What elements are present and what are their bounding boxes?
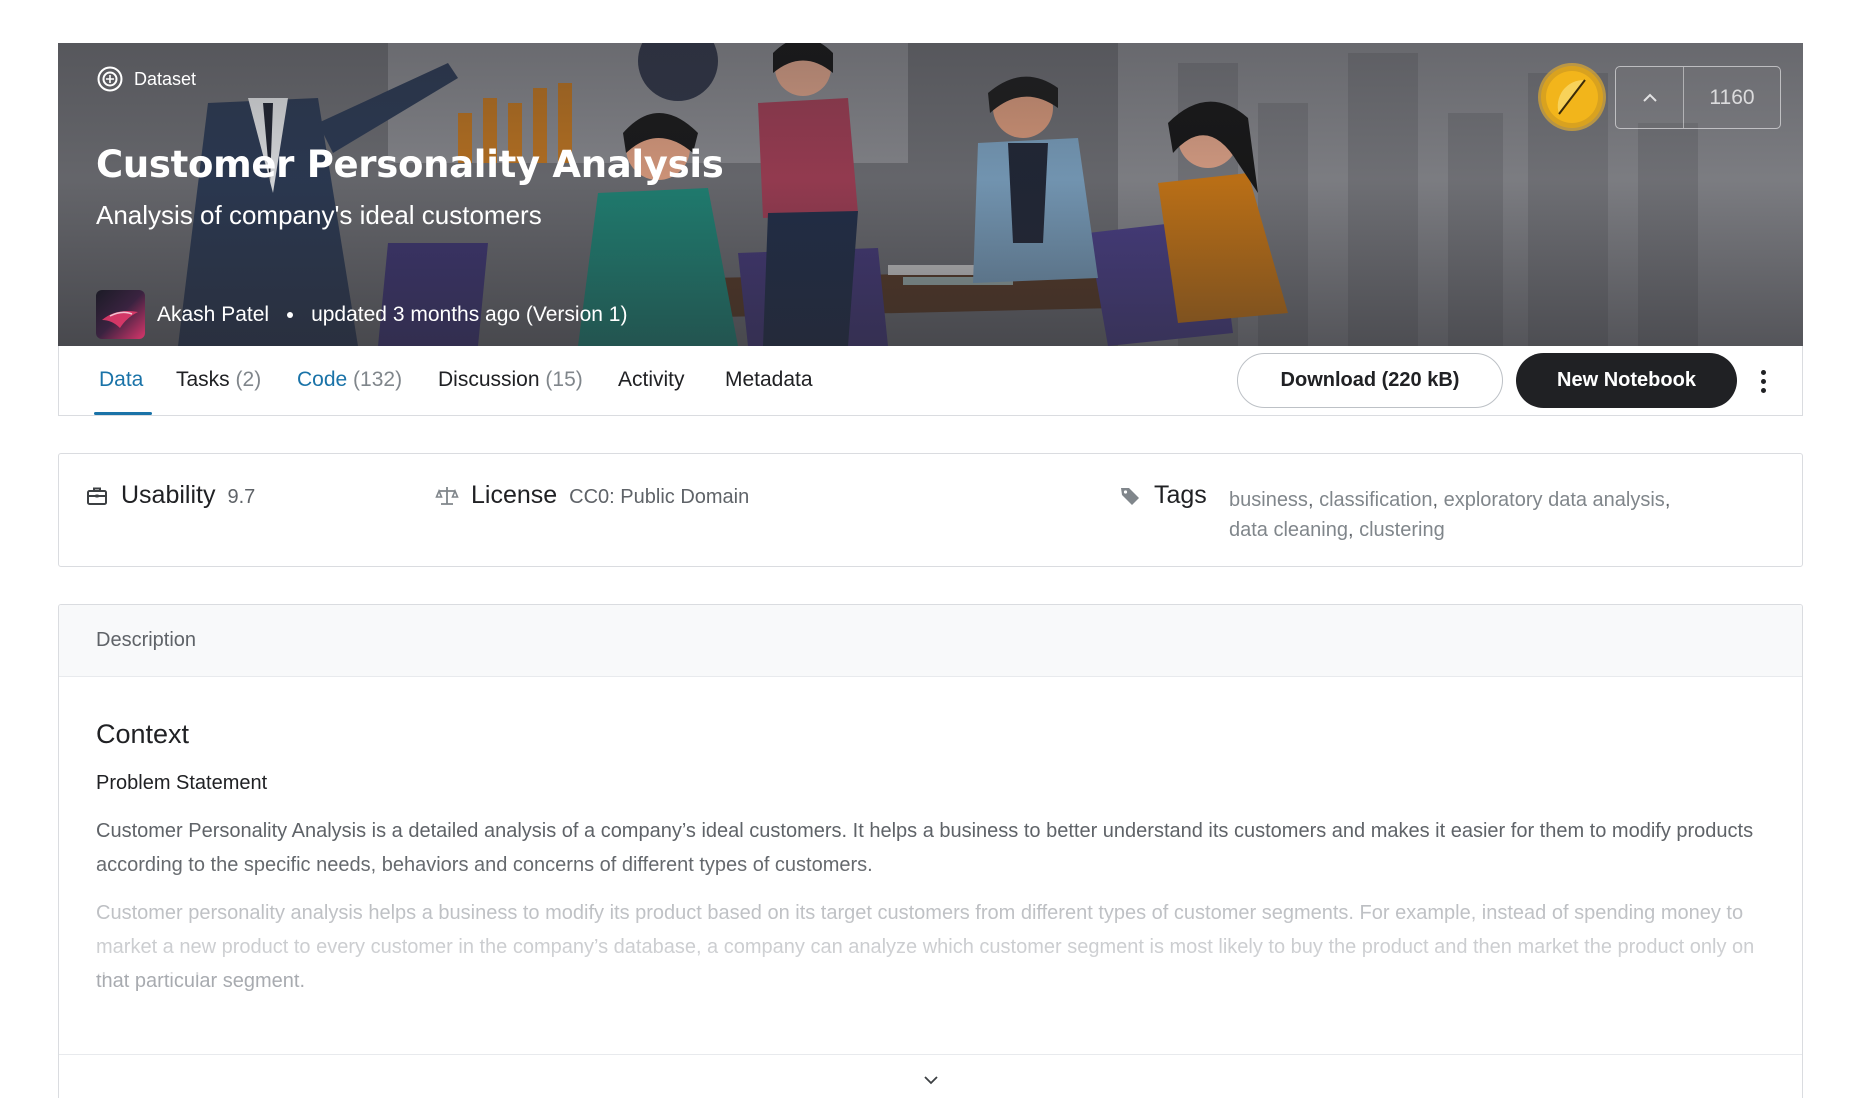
download-button[interactable]: Download (220 kB) bbox=[1237, 353, 1503, 408]
more-vert-icon[interactable] bbox=[1755, 366, 1771, 396]
tags-item: Tags bbox=[1118, 481, 1207, 510]
upvote-button[interactable] bbox=[1616, 67, 1684, 128]
license-label: License bbox=[471, 481, 558, 509]
tag-link[interactable]: exploratory data analysis bbox=[1444, 489, 1665, 511]
tab-code[interactable]: Code (132) bbox=[297, 368, 402, 392]
tab-activity[interactable]: Activity bbox=[618, 368, 685, 392]
updated-info[interactable]: updated 3 months ago (Version 1) bbox=[311, 303, 627, 327]
tab-label: Tasks bbox=[176, 368, 230, 391]
expand-description-button[interactable] bbox=[59, 1054, 1802, 1098]
tab-metadata[interactable]: Metadata bbox=[725, 368, 813, 392]
tab-count: (2) bbox=[235, 368, 262, 391]
license-value[interactable]: CC0: Public Domain bbox=[569, 486, 749, 509]
tab-tasks[interactable]: Tasks (2) bbox=[176, 368, 261, 392]
description-fade bbox=[59, 855, 1802, 975]
briefcase-icon bbox=[87, 487, 107, 505]
tag-link[interactable]: business bbox=[1229, 489, 1308, 511]
tag-link[interactable]: classification bbox=[1319, 489, 1432, 511]
license-item: License CC0: Public Domain bbox=[435, 481, 749, 510]
tags-label: Tags bbox=[1154, 481, 1207, 509]
tab-label: Code bbox=[297, 368, 348, 391]
dataset-type-label: Dataset bbox=[134, 68, 197, 89]
description-card: Description Context Problem Statement Cu… bbox=[58, 604, 1803, 1098]
tab-label: Activity bbox=[618, 368, 685, 391]
dataset-subtitle: Analysis of company's ideal customers bbox=[96, 200, 542, 230]
separator-dot bbox=[287, 311, 294, 318]
tab-discussion[interactable]: Discussion (15) bbox=[438, 368, 583, 392]
tags-list: business, classification, exploratory da… bbox=[1229, 489, 1671, 541]
upvote-count: 1160 bbox=[1709, 85, 1755, 109]
chevron-up-icon bbox=[1642, 93, 1657, 102]
tab-count: (132) bbox=[353, 368, 403, 391]
author-row: Akash Patel updated 3 months ago (Versio… bbox=[96, 290, 627, 339]
tab-data[interactable]: Data bbox=[99, 368, 143, 392]
new-notebook-button[interactable]: New Notebook bbox=[1516, 353, 1737, 408]
description-header: Description bbox=[59, 605, 1802, 677]
author-name[interactable]: Akash Patel bbox=[157, 303, 269, 327]
tag-icon bbox=[1121, 487, 1139, 505]
tab-label: Discussion bbox=[438, 368, 540, 391]
tab-label: Metadata bbox=[725, 368, 813, 391]
description-heading: Context bbox=[96, 719, 190, 749]
dataset-badge: Dataset bbox=[96, 65, 196, 93]
dataset-hero-banner: Dataset Customer Personality Analysis An… bbox=[58, 43, 1803, 346]
author-avatar[interactable] bbox=[96, 290, 145, 339]
description-subheading: Problem Statement bbox=[96, 772, 268, 794]
gold-medal-icon[interactable] bbox=[1541, 66, 1603, 128]
upvote-widget: 1160 bbox=[1615, 66, 1781, 129]
usability-value: 9.7 bbox=[227, 486, 256, 508]
tab-label: Data bbox=[99, 368, 144, 391]
scale-icon bbox=[435, 486, 459, 505]
tab-count: (15) bbox=[545, 368, 583, 391]
tag-link[interactable]: data cleaning bbox=[1229, 519, 1348, 541]
dataset-title: Customer Personality Analysis bbox=[96, 143, 724, 186]
usability-label: Usability bbox=[121, 481, 216, 509]
active-tab-indicator bbox=[94, 412, 152, 415]
chevron-down-icon bbox=[923, 1076, 938, 1085]
dataset-tabs-bar: Data Tasks (2) Code (132) Discussion (15… bbox=[58, 346, 1803, 416]
usability-item: Usability 9.7 bbox=[85, 481, 255, 510]
tag-link[interactable]: clustering bbox=[1359, 519, 1445, 541]
dataset-meta-card: Usability 9.7 License CC0: Public Domain… bbox=[58, 453, 1803, 567]
dataset-icon bbox=[97, 66, 123, 92]
